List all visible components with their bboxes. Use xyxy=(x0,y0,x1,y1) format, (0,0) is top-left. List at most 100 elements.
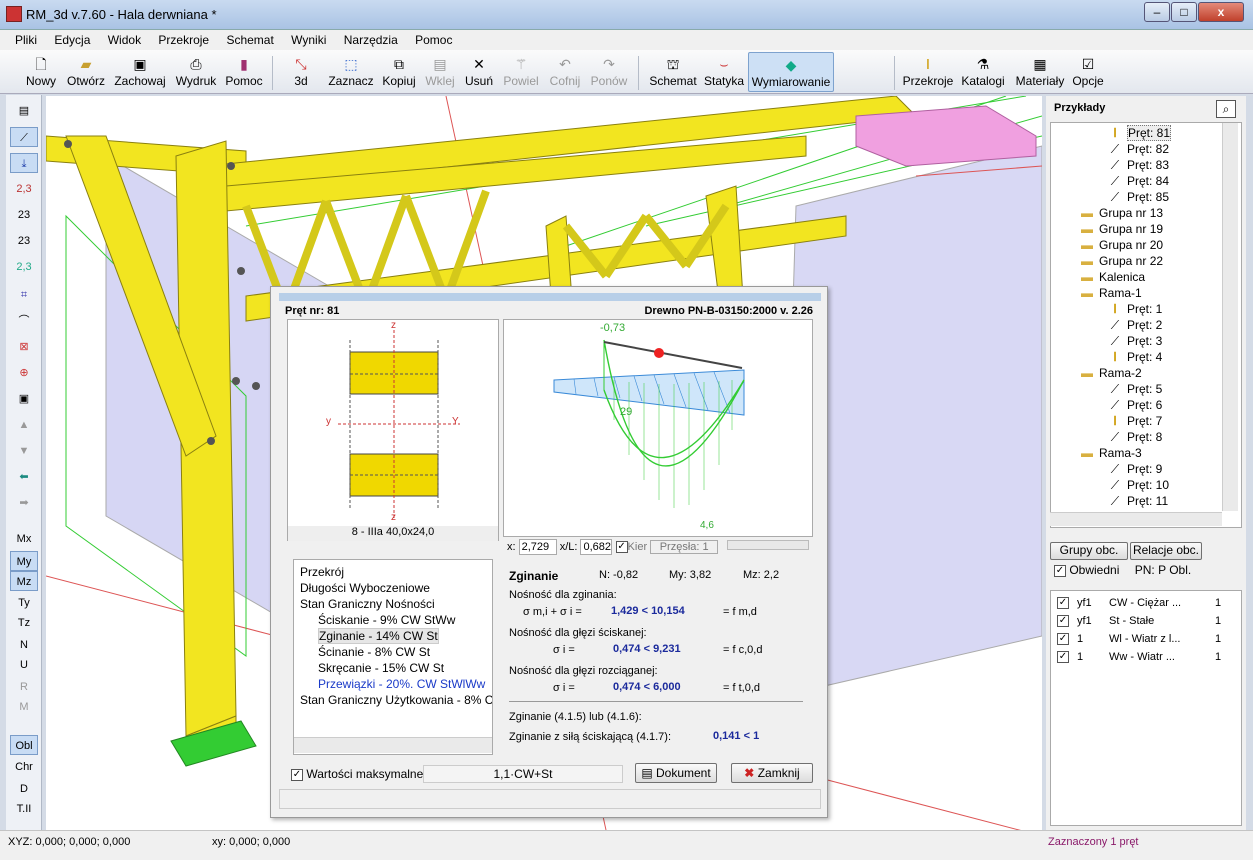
check-item[interactable]: Przewiązki - 20%. CW StWlWw xyxy=(300,676,492,692)
maximize-button[interactable]: □ xyxy=(1171,2,1197,22)
arrow-up-icon[interactable]: ▲ xyxy=(10,415,38,435)
tree-item[interactable]: ⟋ Pręt: 2 xyxy=(1051,317,1241,333)
redo-button[interactable]: ↷ Ponów xyxy=(588,52,630,92)
direction-checkbox[interactable]: ✓ xyxy=(615,541,628,554)
span-selector[interactable]: Przęsła: 1 xyxy=(650,540,719,554)
tree-item[interactable]: ▬ Rama-1 xyxy=(1051,285,1241,301)
schema-button[interactable]: ⛫ Schemat xyxy=(648,52,698,92)
tree-item[interactable]: ▬ Kalenica xyxy=(1051,269,1241,285)
tree-item[interactable]: ⟋ Pręt: 10 xyxy=(1051,477,1241,493)
new-button[interactable]: 🗋 Nowy xyxy=(22,52,60,92)
tree-item[interactable]: ⟋ Pręt: 84 xyxy=(1051,173,1241,189)
tree-item[interactable]: ⟋ Pręt: 8 xyxy=(1051,429,1241,445)
n-button[interactable]: N xyxy=(10,635,38,655)
load-case-row[interactable]: ✓ yf1 St - Stałe 1 xyxy=(1051,613,1241,631)
my-button[interactable]: My xyxy=(10,551,38,571)
minimize-button[interactable]: – xyxy=(1144,2,1170,22)
d-button[interactable]: D xyxy=(10,779,38,799)
tree-scrollbar[interactable] xyxy=(1222,123,1238,511)
options-button[interactable]: ☑ Opcje xyxy=(1070,52,1106,92)
load-case-row[interactable]: ✓ 1 Wl - Wiatr z l... 1 xyxy=(1051,631,1241,649)
undo-button[interactable]: ↶ Cofnij xyxy=(546,52,584,92)
tree-item[interactable]: ⟋ Pręt: 6 xyxy=(1051,397,1241,413)
tree-item[interactable]: Ⅰ Pręt: 4 xyxy=(1051,349,1241,365)
save-button[interactable]: ▣ Zachowaj xyxy=(112,52,168,92)
menu-przekroje[interactable]: Przekroje xyxy=(151,30,216,47)
tree-h-scrollbar[interactable] xyxy=(1050,512,1222,526)
examples-tree[interactable]: Ⅰ Pręt: 81 ⟋ Pręt: 82 ⟋ Pręt: 83 ⟋ Pręt: 84 ⟋ Prę… xyxy=(1050,122,1242,528)
tree-item[interactable]: ⟋ Pręt: 9 xyxy=(1051,461,1241,477)
load-case-checkbox[interactable]: ✓ xyxy=(1057,597,1069,609)
node-load-icon[interactable]: 23 xyxy=(10,231,38,251)
combination-field[interactable]: 1,1·CW+St xyxy=(423,765,623,783)
checks-tree[interactable]: Przekrój Długości Wyboczeniowe Stan Granic… xyxy=(293,559,493,755)
m-button[interactable]: M xyxy=(10,697,38,717)
tree-item[interactable]: ⟋ Pręt: 83 xyxy=(1051,157,1241,173)
tree-item[interactable]: Ⅰ Pręt: 1 xyxy=(1051,301,1241,317)
xl-input[interactable]: 0,682 xyxy=(580,539,613,555)
paste-button[interactable]: ▤ Wklej xyxy=(422,52,458,92)
tree-item[interactable]: ⟋ Pręt: 85 xyxy=(1051,189,1241,205)
arrow-down-icon[interactable]: ▼ xyxy=(10,441,38,461)
menu-edycja[interactable]: Edycja xyxy=(47,30,97,47)
check-item[interactable]: Ścinanie - 8% CW St xyxy=(300,644,492,660)
statics-button[interactable]: ⌣ Statyka xyxy=(702,52,746,92)
tree-item[interactable]: ▬ Rama-3 xyxy=(1051,445,1241,461)
tree-item[interactable]: ▬ Grupa nr 13 xyxy=(1051,205,1241,221)
menu-pliki[interactable]: Pliki xyxy=(8,30,44,47)
mz-button[interactable]: Mz xyxy=(10,571,38,591)
tree-item[interactable]: Ⅰ Pręt: 7 xyxy=(1051,413,1241,429)
menu-pomoc[interactable]: Pomoc xyxy=(408,30,459,47)
dist-load-icon[interactable]: 2,3 xyxy=(10,179,38,199)
check-item[interactable]: Stan Graniczny Nośności xyxy=(300,596,492,612)
target-icon[interactable]: ⊕ xyxy=(10,363,38,383)
select-button[interactable]: ⬚ Zaznacz xyxy=(328,52,374,92)
design-button[interactable]: ◆ Wymiarowanie xyxy=(748,52,834,92)
load-cases-list[interactable]: ✓ yf1 CW - Ciężar ... 1 ✓ yf1 St - Stałe 1 ✓ 1 Wl … xyxy=(1050,590,1242,826)
tree-item[interactable]: ▬ Rama-2 xyxy=(1051,365,1241,381)
help-button[interactable]: ▮ Pomoc xyxy=(224,52,264,92)
envelope-checkbox[interactable]: ✓ xyxy=(1054,564,1066,577)
tree-item[interactable]: ▬ Grupa nr 20 xyxy=(1051,237,1241,253)
member-icon[interactable]: ⟋ xyxy=(10,127,38,147)
search-icon[interactable]: ⌕ xyxy=(1216,100,1236,118)
cross-frame-icon[interactable]: ⊠ xyxy=(10,337,38,357)
print-button[interactable]: ⎙ Wydruk xyxy=(172,52,220,92)
close-button[interactable]: x xyxy=(1198,2,1244,22)
load-icon[interactable]: ⤓ xyxy=(10,153,38,173)
menu-widok[interactable]: Widok xyxy=(101,30,148,47)
arrow-right-icon[interactable]: ➡ xyxy=(10,493,38,513)
menu-schemat[interactable]: Schemat xyxy=(219,30,280,47)
check-item[interactable]: Ściskanie - 9% CW StWw xyxy=(300,612,492,628)
arrow-left-icon[interactable]: ⬅ xyxy=(10,467,38,487)
u-button[interactable]: U xyxy=(10,655,38,675)
load-case-row[interactable]: ✓ yf1 CW - Ciężar ... 1 xyxy=(1051,595,1241,613)
delete-button[interactable]: ✕ Usuń xyxy=(462,52,496,92)
chr-button[interactable]: Chr xyxy=(10,757,38,777)
mx-button[interactable]: Mx xyxy=(10,529,38,549)
arch-icon[interactable]: ⌒ xyxy=(10,311,38,331)
tree-item[interactable]: ⟋ Pręt: 5 xyxy=(1051,381,1241,397)
check-item[interactable]: Skręcanie - 15% CW St xyxy=(300,660,492,676)
3d-button[interactable]: ⤡ 3d xyxy=(286,52,316,92)
ty-button[interactable]: Ty xyxy=(10,593,38,613)
tree-item[interactable]: ⟋ Pręt: 82 xyxy=(1051,141,1241,157)
check-item[interactable]: Przekrój xyxy=(300,564,492,580)
load-groups-button[interactable]: Grupy obc. xyxy=(1050,542,1128,560)
sections-button[interactable]: Ⅰ Przekroje xyxy=(902,52,954,92)
close-dialog-button[interactable]: ✖ Zamknij xyxy=(731,763,813,783)
support-icon[interactable]: 23 xyxy=(10,205,38,225)
load-case-checkbox[interactable]: ✓ xyxy=(1057,651,1069,663)
camera-icon[interactable]: ▣ xyxy=(10,389,38,409)
menu-wyniki[interactable]: Wyniki xyxy=(284,30,333,47)
dimension-icon[interactable]: 2,3 xyxy=(10,257,38,277)
open-button[interactable]: ▰ Otwórz xyxy=(64,52,108,92)
load-case-checkbox[interactable]: ✓ xyxy=(1057,633,1069,645)
max-values-checkbox[interactable]: ✓ xyxy=(291,768,303,781)
checks-h-scrollbar[interactable] xyxy=(294,737,492,753)
load-case-checkbox[interactable]: ✓ xyxy=(1057,615,1069,627)
position-slider[interactable] xyxy=(727,540,810,550)
copy-button[interactable]: ⧉ Kopiuj xyxy=(380,52,418,92)
document-button[interactable]: ▤ Dokument xyxy=(635,763,717,783)
menu-narzedzia[interactable]: Narzędzia xyxy=(337,30,405,47)
